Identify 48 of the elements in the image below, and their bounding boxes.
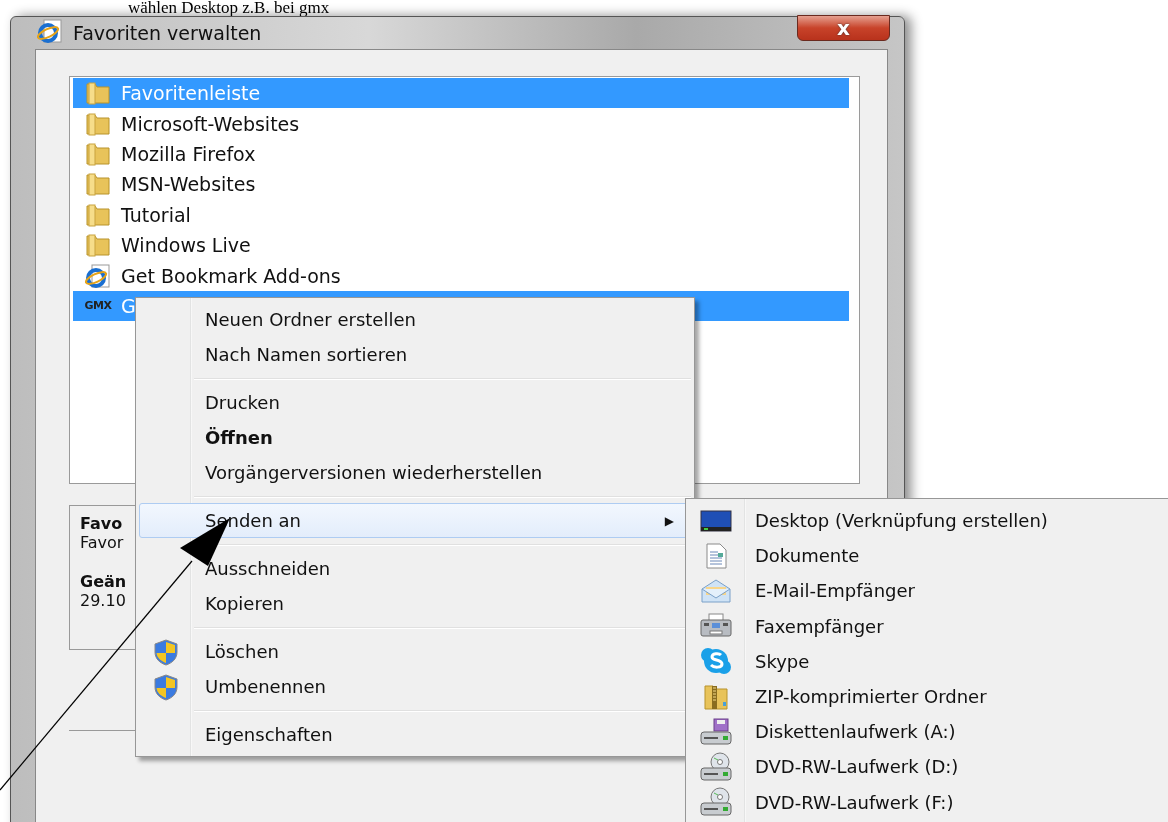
gmx-logo-icon: GMX (84, 299, 112, 313)
detail-text: Geän (80, 572, 127, 591)
menu-item[interactable]: Desktop (Verknüpfung erstellen) (689, 503, 1168, 539)
browser-page-icon (85, 262, 111, 289)
folder-icon (85, 111, 111, 136)
menu-item[interactable]: E-Mail-Empfänger (689, 573, 1168, 609)
fax-machine-icon (700, 613, 732, 640)
shield-icon (152, 672, 180, 701)
menu-item[interactable]: DVD-RW-Laufwerk (F:) (689, 784, 1168, 820)
folder-icon (85, 233, 111, 258)
menu-item[interactable]: Dokumente (689, 538, 1168, 574)
menu-item[interactable]: Umbenennen (139, 669, 691, 704)
menu-item[interactable]: Faxempfänger (689, 608, 1168, 644)
favorite-item[interactable]: Get Bookmark Add-ons (73, 260, 849, 291)
menu-item[interactable]: Vorgängerversionen wiederherstellen (139, 455, 691, 490)
document-text: wählen Desktop z.B. bei gmx (128, 0, 330, 16)
favorite-item[interactable]: Mozilla Firefox (73, 138, 849, 170)
detail-text: Favor (80, 533, 124, 552)
floppy-drive-icon (700, 717, 732, 746)
detail-text: Favo (80, 514, 123, 533)
detail-text: 29.10 (80, 591, 126, 610)
menu-item[interactable]: Neuen Ordner erstellen (139, 302, 691, 337)
folder-icon (85, 81, 111, 106)
menu-item[interactable]: Öffnen (139, 420, 691, 455)
favorite-item[interactable]: MSN-Websites (73, 169, 849, 200)
submenu-arrow-icon: ▶ (664, 513, 674, 528)
menu-item[interactable]: DVD-RW-Laufwerk (D:) (689, 749, 1168, 785)
close-button[interactable]: x (797, 15, 890, 41)
window-title: Favoriten verwalten (73, 22, 262, 44)
menu-item[interactable]: Nach Namen sortieren (139, 337, 691, 372)
menu-item[interactable]: Löschen (139, 634, 691, 669)
favorite-item[interactable]: Microsoft-Websites (73, 108, 849, 139)
folder-icon (85, 172, 111, 197)
zipped-folder-icon (702, 682, 730, 711)
favorite-item[interactable]: Tutorial (73, 199, 849, 230)
menu-item[interactable]: Drucken (139, 385, 691, 420)
dvd-drive-icon (700, 751, 732, 782)
shield-icon (152, 637, 180, 666)
dvd-drive-icon (700, 787, 732, 818)
skype-icon (700, 647, 732, 676)
folder-icon (85, 202, 111, 227)
folder-icon (85, 141, 111, 166)
app-icon (37, 18, 63, 44)
menu-item[interactable]: ZIP-komprimierter Ordner (689, 678, 1168, 715)
favorite-item[interactable]: Windows Live (73, 229, 849, 261)
menu-item[interactable]: Diskettenlaufwerk (A:) (689, 714, 1168, 750)
desktop-icon (700, 508, 732, 533)
menu-item[interactable]: Skype (689, 643, 1168, 679)
